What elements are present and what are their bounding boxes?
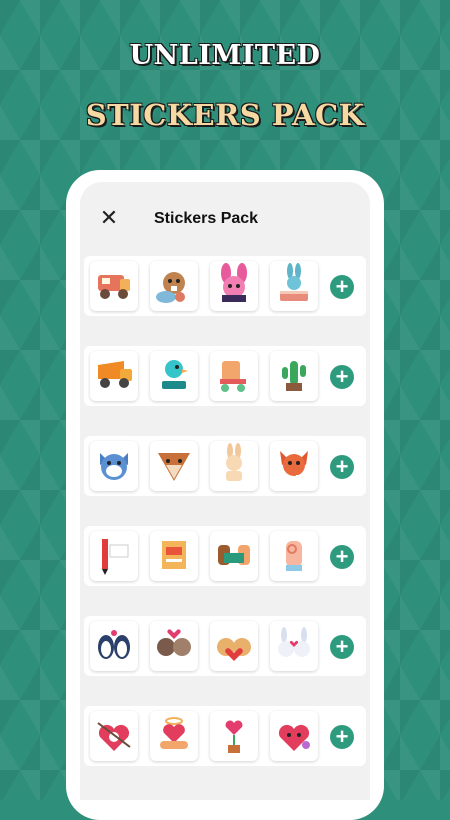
- plus-icon[interactable]: +: [330, 455, 354, 479]
- sticker-pack-row-1[interactable]: +: [84, 256, 366, 316]
- sticker-pack-row-2[interactable]: +: [84, 346, 366, 406]
- plus-icon[interactable]: +: [330, 365, 354, 389]
- great-job-pencil-sticker[interactable]: [90, 531, 138, 581]
- truck-sticker[interactable]: [90, 261, 138, 311]
- penguins-sticker[interactable]: [90, 621, 138, 671]
- ok-hand-sticker[interactable]: [270, 531, 318, 581]
- roller-skate-sticker[interactable]: [210, 351, 258, 401]
- sticker-pack-row-4[interactable]: +: [84, 526, 366, 586]
- sticker-pack-row-3[interactable]: +: [84, 436, 366, 496]
- beaver-sticker[interactable]: [150, 261, 198, 311]
- dump-truck-sticker[interactable]: [90, 351, 138, 401]
- good-job-paper-sticker[interactable]: [150, 531, 198, 581]
- bears-love-sticker[interactable]: [210, 621, 258, 671]
- bunny-sticker[interactable]: [210, 261, 258, 311]
- bunny-super-star-sticker[interactable]: [210, 441, 258, 491]
- promo-headline-line2: STICKERS PACK: [85, 98, 365, 132]
- fox-face-sticker[interactable]: [150, 441, 198, 491]
- great-hands-sticker[interactable]: [210, 531, 258, 581]
- bunnies-love-sticker[interactable]: [270, 621, 318, 671]
- app-bar: ✕ Stickers Pack: [80, 182, 370, 254]
- bird-gym-sticker[interactable]: [150, 351, 198, 401]
- sticker-pack-row-5[interactable]: +: [84, 616, 366, 676]
- sticker-pack-row-6[interactable]: +: [84, 706, 366, 766]
- phone-screen: ✕ Stickers Pack + + + + + +: [80, 182, 370, 800]
- close-icon[interactable]: ✕: [98, 208, 120, 230]
- heart-plant-sticker[interactable]: [210, 711, 258, 761]
- cat-face-sticker[interactable]: [90, 441, 138, 491]
- screen-title: Stickers Pack: [154, 210, 259, 227]
- fox-well-done-sticker[interactable]: [270, 441, 318, 491]
- hands-heart-sticker[interactable]: [150, 711, 198, 761]
- plus-icon[interactable]: +: [330, 275, 354, 299]
- plus-icon[interactable]: +: [330, 545, 354, 569]
- cactus-sticker[interactable]: [270, 351, 318, 401]
- heart-kiss-sticker[interactable]: [270, 711, 318, 761]
- promo-headline-line1: UNLIMITED: [129, 40, 321, 71]
- bunny-cake-sticker[interactable]: [270, 261, 318, 311]
- plus-icon[interactable]: +: [330, 725, 354, 749]
- cats-love-sticker[interactable]: [150, 621, 198, 671]
- heart-arrow-sticker[interactable]: [90, 711, 138, 761]
- plus-icon[interactable]: +: [330, 635, 354, 659]
